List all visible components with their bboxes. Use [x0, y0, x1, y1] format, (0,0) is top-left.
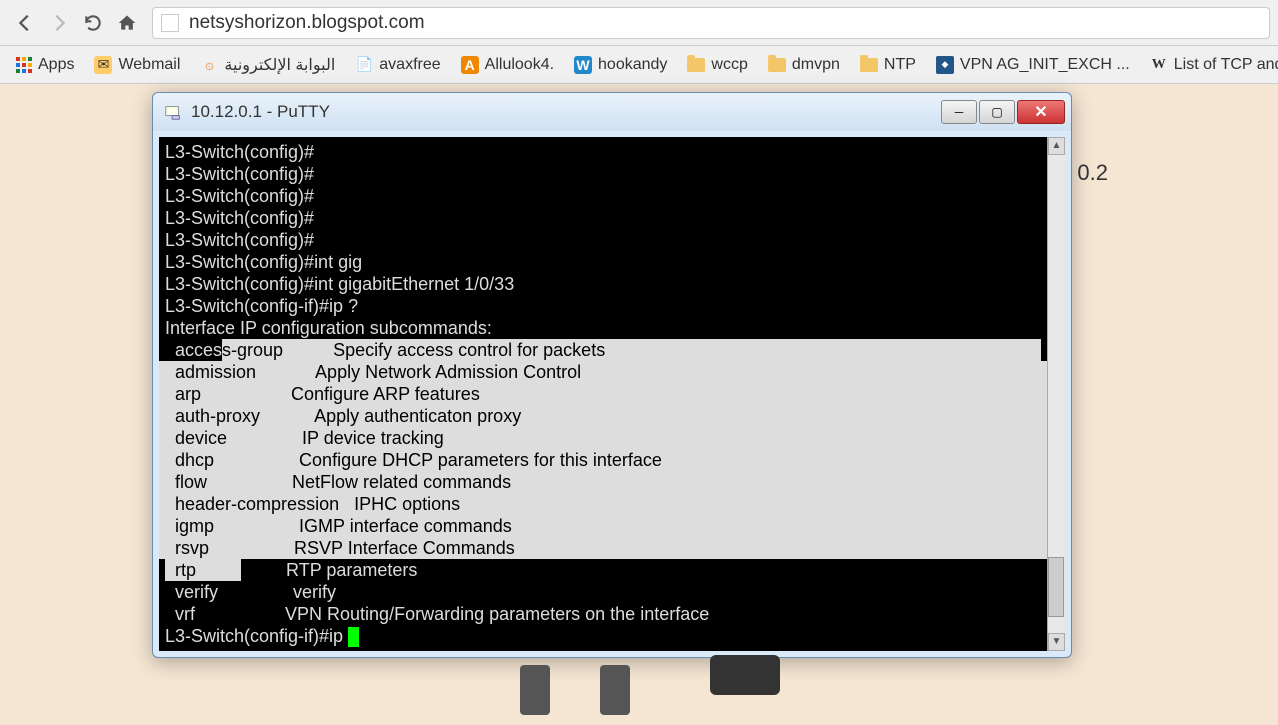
- back-button[interactable]: [8, 6, 42, 40]
- terminal-prompt-line: L3-Switch(config-if)#ip: [159, 625, 1065, 647]
- bookmark-hookandy[interactable]: W hookandy: [566, 52, 675, 78]
- bookmark-dmvpn[interactable]: dmvpn: [760, 52, 848, 78]
- terminal-line-selected: rtp RTP parameters: [159, 559, 1065, 581]
- terminal-line-selected: admission Apply Network Admission Contro…: [159, 361, 1065, 383]
- terminal-line-selected: flow NetFlow related commands: [159, 471, 1065, 493]
- folder-icon: [687, 58, 705, 72]
- apps-icon: [16, 57, 32, 73]
- putty-title: 10.12.0.1 - PuTTY: [191, 102, 941, 122]
- scroll-down-icon[interactable]: ▼: [1048, 633, 1065, 651]
- terminal-frame: L3-Switch(config)# L3-Switch(config)# L3…: [153, 131, 1071, 657]
- terminal-line-selected: auth-proxy Apply authenticaton proxy: [159, 405, 1065, 427]
- bookmark-ntp[interactable]: NTP: [852, 52, 924, 78]
- terminal-line: L3-Switch(config)#: [159, 229, 1065, 251]
- terminal-line: L3-Switch(config)#int gigabitEthernet 1/…: [159, 273, 1065, 295]
- bookmark-label: avaxfree: [379, 56, 440, 74]
- reload-button[interactable]: [76, 6, 110, 40]
- apps-button[interactable]: Apps: [8, 52, 82, 78]
- bookmark-label: wccp: [711, 56, 747, 74]
- hookandy-icon: W: [574, 56, 592, 74]
- putty-titlebar[interactable]: 10.12.0.1 - PuTTY ─ ▢ ✕: [153, 93, 1071, 131]
- terminal-line-selected: dhcp Configure DHCP parameters for this …: [159, 449, 1065, 471]
- background-diagram: [280, 665, 980, 725]
- wiki-icon: W: [1150, 56, 1168, 74]
- close-button[interactable]: ✕: [1017, 100, 1065, 124]
- bookmark-label: dmvpn: [792, 56, 840, 74]
- text-caret-icon: [399, 627, 400, 647]
- terminal-line: L3-Switch(config)#: [159, 163, 1065, 185]
- bookmark-label: hookandy: [598, 56, 667, 74]
- folder-icon: [860, 58, 878, 72]
- terminal-line: verify verify: [159, 581, 1065, 603]
- bookmark-label: NTP: [884, 56, 916, 74]
- putty-window: 10.12.0.1 - PuTTY ─ ▢ ✕ L3-Switch(config…: [152, 92, 1072, 658]
- terminal-line-selected: igmp IGMP interface commands: [159, 515, 1065, 537]
- window-buttons: ─ ▢ ✕: [941, 100, 1065, 124]
- bookmark-label: List of TCP and: [1174, 56, 1278, 74]
- allulook-icon: A: [461, 56, 479, 74]
- terminal-line: L3-Switch(config)#: [159, 185, 1065, 207]
- maximize-button[interactable]: ▢: [979, 100, 1015, 124]
- terminal-line: Interface IP configuration subcommands:: [159, 317, 1065, 339]
- folder-icon: [768, 58, 786, 72]
- bookmark-label: Webmail: [118, 56, 180, 74]
- terminal-line-selected: header-compression IPHC options: [159, 493, 1065, 515]
- webmail-icon: ✉: [94, 56, 112, 74]
- bookmark-label: VPN AG_INIT_EXCH ...: [960, 56, 1130, 74]
- url-text: netsyshorizon.blogspot.com: [189, 12, 425, 34]
- terminal-scrollbar[interactable]: ▲ ▼: [1047, 137, 1065, 651]
- minimize-button[interactable]: ─: [941, 100, 977, 124]
- bookmark-label: البوابة الإلكترونية: [224, 55, 335, 75]
- scroll-up-icon[interactable]: ▲: [1048, 137, 1065, 155]
- terminal-cursor: [348, 627, 359, 647]
- page-icon: [161, 14, 179, 32]
- browser-toolbar: netsyshorizon.blogspot.com: [0, 0, 1278, 46]
- terminal-line-selected: access-group Specify access control for …: [159, 339, 1065, 361]
- bookmark-wccp[interactable]: wccp: [679, 52, 755, 78]
- bookmark-webmail[interactable]: ✉ Webmail: [86, 52, 188, 78]
- terminal-line: L3-Switch(config)#: [159, 207, 1065, 229]
- bookmark-vpnag[interactable]: ◆ VPN AG_INIT_EXCH ...: [928, 52, 1138, 78]
- portal-icon: ۞: [200, 56, 218, 74]
- bookmark-avaxfree[interactable]: 📄 avaxfree: [347, 52, 448, 78]
- bookmark-label: Apps: [38, 56, 74, 74]
- terminal-line: L3-Switch(config)#: [159, 141, 1065, 163]
- scroll-thumb[interactable]: [1048, 557, 1064, 617]
- bookmark-portal[interactable]: ۞ البوابة الإلكترونية: [192, 51, 343, 79]
- generic-icon: 📄: [355, 56, 373, 74]
- terminal-line-selected: arp Configure ARP features: [159, 383, 1065, 405]
- terminal-line-selected: device IP device tracking: [159, 427, 1065, 449]
- bookmark-label: Allulook4.: [485, 56, 554, 74]
- background-ip-text: 0.2: [1077, 160, 1108, 186]
- terminal-line-selected: rsvp RSVP Interface Commands: [159, 537, 1065, 559]
- terminal[interactable]: L3-Switch(config)# L3-Switch(config)# L3…: [159, 137, 1065, 651]
- bookmark-bar: Apps ✉ Webmail ۞ البوابة الإلكترونية 📄 a…: [0, 46, 1278, 84]
- home-button[interactable]: [110, 6, 144, 40]
- bookmark-tcp[interactable]: W List of TCP and: [1142, 52, 1278, 78]
- vpn-icon: ◆: [936, 56, 954, 74]
- bookmark-allulook[interactable]: A Allulook4.: [453, 52, 562, 78]
- putty-icon: [163, 102, 183, 122]
- forward-button[interactable]: [42, 6, 76, 40]
- url-bar[interactable]: netsyshorizon.blogspot.com: [152, 7, 1270, 39]
- terminal-line: vrf VPN Routing/Forwarding parameters on…: [159, 603, 1065, 625]
- terminal-line: L3-Switch(config)#int gig: [159, 251, 1065, 273]
- terminal-line: L3-Switch(config-if)#ip ?: [159, 295, 1065, 317]
